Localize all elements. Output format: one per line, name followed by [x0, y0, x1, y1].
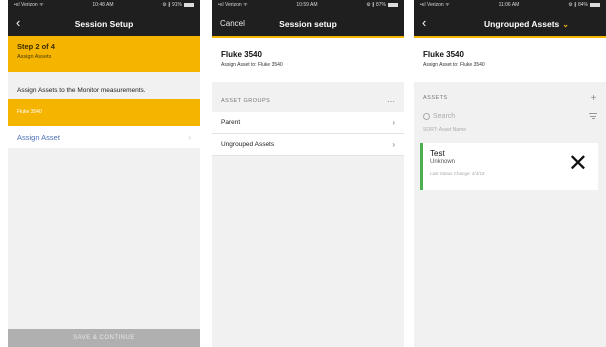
- nav-bar: ‹ Session Setup: [8, 10, 200, 36]
- nav-title[interactable]: Ungrouped Assets ⌄: [484, 19, 606, 29]
- assets-header: ASSETS +: [414, 88, 606, 108]
- battery-icon: [184, 2, 194, 7]
- battery-status: ⚙ ∦ 87%: [366, 0, 398, 10]
- carrier-signal: •ııl Verizon ᯤ: [218, 2, 248, 8]
- assets-label: ASSETS: [423, 95, 448, 101]
- asset-card-last-change: Last Status Change: 4/4/18: [430, 171, 485, 176]
- selected-monitor-row[interactable]: Fluke 3540: [8, 99, 200, 126]
- asset-card-name: Test: [430, 149, 445, 158]
- asset-header: Fluke 3540 Assign Asset to: Fluke 3540: [212, 38, 404, 82]
- nav-bar: ‹ Ungrouped Assets ⌄: [414, 10, 606, 36]
- group-row-ungrouped[interactable]: Ungrouped Assets ›: [212, 134, 404, 156]
- battery-status: ⚙ ∦ 91%: [162, 0, 194, 10]
- close-icon[interactable]: ✕: [568, 152, 588, 176]
- group-label: Parent: [221, 119, 241, 126]
- chevron-down-icon: ⌄: [562, 20, 569, 29]
- assign-target-text: Assign Asset to: Fluke 3540: [221, 62, 283, 68]
- more-options-icon[interactable]: ···: [387, 97, 395, 106]
- asset-header: Fluke 3540 Assign Asset to: Fluke 3540: [414, 38, 606, 82]
- add-icon[interactable]: +: [591, 93, 597, 104]
- chevron-right-icon: ›: [188, 132, 191, 142]
- assign-asset-label: Assign Asset: [17, 132, 60, 142]
- nav-title: Session Setup: [74, 19, 134, 29]
- search-placeholder: Search: [433, 112, 456, 120]
- carrier-signal: •ııl Verizon ᯤ: [420, 2, 450, 8]
- chevron-right-icon: ›: [392, 140, 395, 149]
- sort-label[interactable]: SORT: Asset Name: [414, 127, 606, 133]
- phone-screen-asset-groups: •ııl Verizon ᯤ 10:59 AM ⚙ ∦ 87% Cancel S…: [212, 0, 404, 347]
- step-title: Step 2 of 4: [17, 42, 55, 51]
- status-bar: •ııl Verizon ᯤ 11:06 AM ⚙ ∦ 84%: [414, 0, 606, 10]
- carrier-signal: •ııl Verizon ᯤ: [14, 2, 44, 8]
- status-time: 10:48 AM: [92, 2, 114, 8]
- battery-icon: [388, 2, 398, 7]
- step-subtitle: Assign Assets: [17, 54, 52, 60]
- asset-groups-label: ASSET GROUPS: [221, 98, 271, 104]
- group-row-parent[interactable]: Parent ›: [212, 112, 404, 134]
- asset-card[interactable]: Test Unknown Last Status Change: 4/4/18 …: [420, 143, 598, 190]
- step-banner: Step 2 of 4 Assign Assets: [8, 36, 200, 72]
- status-time: 11:06 AM: [498, 2, 520, 8]
- asset-groups-header: ASSET GROUPS ···: [212, 90, 404, 112]
- assign-target-text: Assign Asset to: Fluke 3540: [423, 62, 485, 68]
- nav-title: Session setup: [279, 19, 337, 29]
- phone-screen-ungrouped-assets: •ııl Verizon ᯤ 11:06 AM ⚙ ∦ 84% ‹ Ungrou…: [414, 0, 606, 347]
- save-continue-button[interactable]: SAVE & CONTINUE: [8, 329, 200, 347]
- status-time: 10:59 AM: [296, 2, 318, 8]
- group-label: Ungrouped Assets: [221, 141, 275, 148]
- back-chevron-icon[interactable]: ‹: [422, 15, 426, 30]
- phone-screen-session-setup: •ııl Verizon ᯤ 10:48 AM ⚙ ∦ 91% ‹ Sessio…: [8, 0, 200, 347]
- nav-bar: Cancel Session setup: [212, 10, 404, 36]
- asset-card-status: Unknown: [430, 159, 456, 165]
- search-input[interactable]: Search: [423, 112, 456, 120]
- asset-name: Fluke 3540: [423, 50, 464, 59]
- battery-icon: [590, 2, 600, 7]
- assign-asset-row[interactable]: Assign Asset ›: [8, 126, 200, 148]
- chevron-right-icon: ›: [392, 118, 395, 127]
- asset-name: Fluke 3540: [221, 50, 262, 59]
- search-icon: [423, 112, 430, 120]
- status-bar: •ııl Verizon ᯤ 10:48 AM ⚙ ∦ 91%: [8, 0, 200, 10]
- battery-status: ⚙ ∦ 84%: [568, 0, 600, 10]
- status-bar: •ııl Verizon ᯤ 10:59 AM ⚙ ∦ 87%: [212, 0, 404, 10]
- filter-icon[interactable]: [589, 112, 597, 121]
- instruction-text: Assign Assets to the Monitor measurement…: [17, 87, 146, 94]
- search-row: Search: [414, 108, 606, 124]
